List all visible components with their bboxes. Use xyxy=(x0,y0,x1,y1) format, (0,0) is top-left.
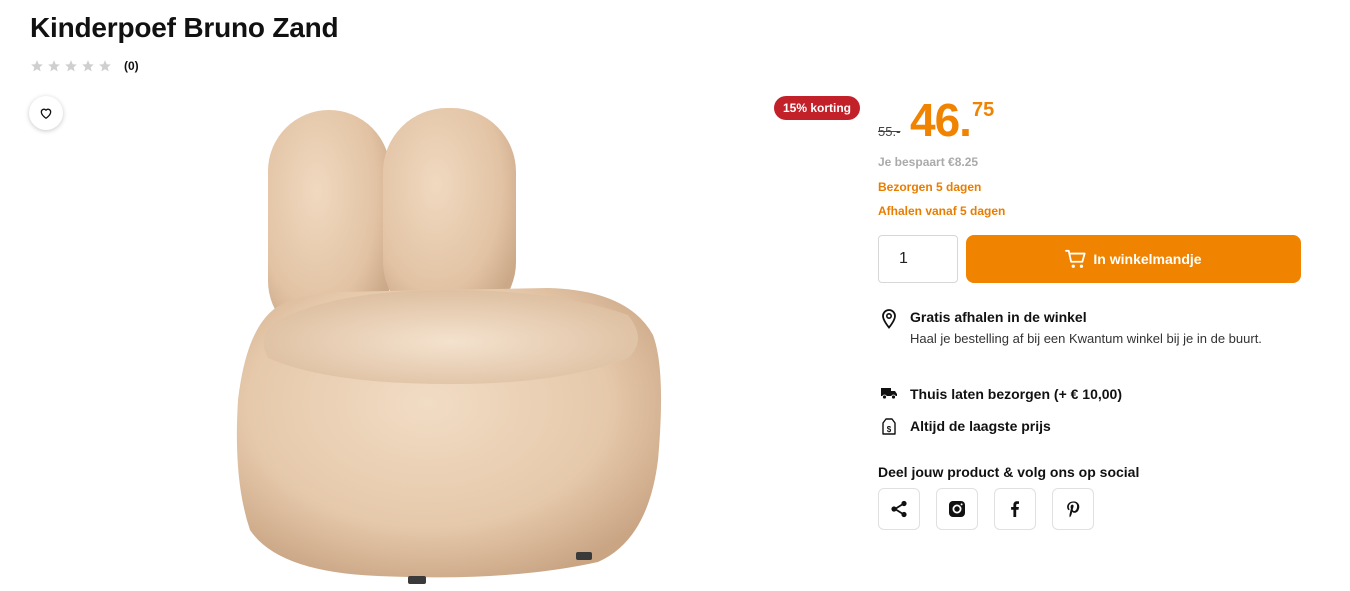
discount-badge: 15% korting xyxy=(774,96,861,120)
usp-pickup: Gratis afhalen in de winkel Haal je best… xyxy=(878,309,1290,350)
usp-pickup-title: Gratis afhalen in de winkel xyxy=(910,309,1087,325)
share-button[interactable] xyxy=(878,488,920,530)
seat-foot xyxy=(576,552,592,560)
seat-foot xyxy=(408,576,426,584)
pinterest-button[interactable] xyxy=(1052,488,1094,530)
usp-delivery-title: Thuis laten bezorgen (+ € 10,00) xyxy=(910,386,1123,402)
star-icon xyxy=(82,60,94,72)
delivery-time: Bezorgen 5 dagen xyxy=(878,180,982,194)
location-pin-icon xyxy=(878,309,900,329)
heart-icon xyxy=(40,108,52,119)
product-rating[interactable]: (0) xyxy=(30,59,139,73)
rating-count: (0) xyxy=(124,59,139,73)
social-buttons xyxy=(878,488,1094,530)
share-icon xyxy=(891,500,907,518)
rating-stars xyxy=(30,59,112,73)
usp-pickup-description: Haal je bestelling af bij een Kwantum wi… xyxy=(910,331,1262,346)
star-icon xyxy=(31,60,43,72)
star-icon xyxy=(99,60,111,72)
instagram-button[interactable] xyxy=(936,488,978,530)
social-title: Deel jouw product & volg ons op social xyxy=(878,464,1140,480)
facebook-icon xyxy=(1011,501,1019,517)
truck-icon xyxy=(878,386,900,400)
product-title: Kinderpoef Bruno Zand xyxy=(30,12,339,43)
product-image[interactable] xyxy=(228,100,668,588)
facebook-button[interactable] xyxy=(994,488,1036,530)
usp-delivery: Thuis laten bezorgen (+ € 10,00) xyxy=(878,386,1122,402)
savings-text: Je bespaart €8.25 xyxy=(878,155,979,169)
current-price: 46. 75 xyxy=(910,92,994,148)
svg-text:$: $ xyxy=(887,425,892,434)
star-icon xyxy=(65,60,77,72)
old-price: 55.- xyxy=(878,124,901,139)
star-icon xyxy=(48,60,60,72)
usp-lowest-price: $ Altijd de laagste prijs xyxy=(878,418,1051,436)
quantity-input[interactable] xyxy=(878,235,958,283)
pickup-time: Afhalen vanaf 5 dagen xyxy=(878,204,1006,218)
favorite-button[interactable] xyxy=(29,96,63,130)
add-to-cart-label: In winkelmandje xyxy=(1093,251,1202,267)
add-to-cart-button[interactable]: In winkelmandje xyxy=(966,235,1301,283)
price-decimals: 75 xyxy=(971,99,995,121)
pinterest-icon xyxy=(1067,501,1080,518)
instagram-icon xyxy=(949,501,965,517)
cart-icon xyxy=(1065,249,1086,268)
usp-lowest-price-title: Altijd de laagste prijs xyxy=(910,418,1051,434)
price-main: 46. xyxy=(910,94,972,146)
price-tag-icon: $ xyxy=(878,418,900,436)
